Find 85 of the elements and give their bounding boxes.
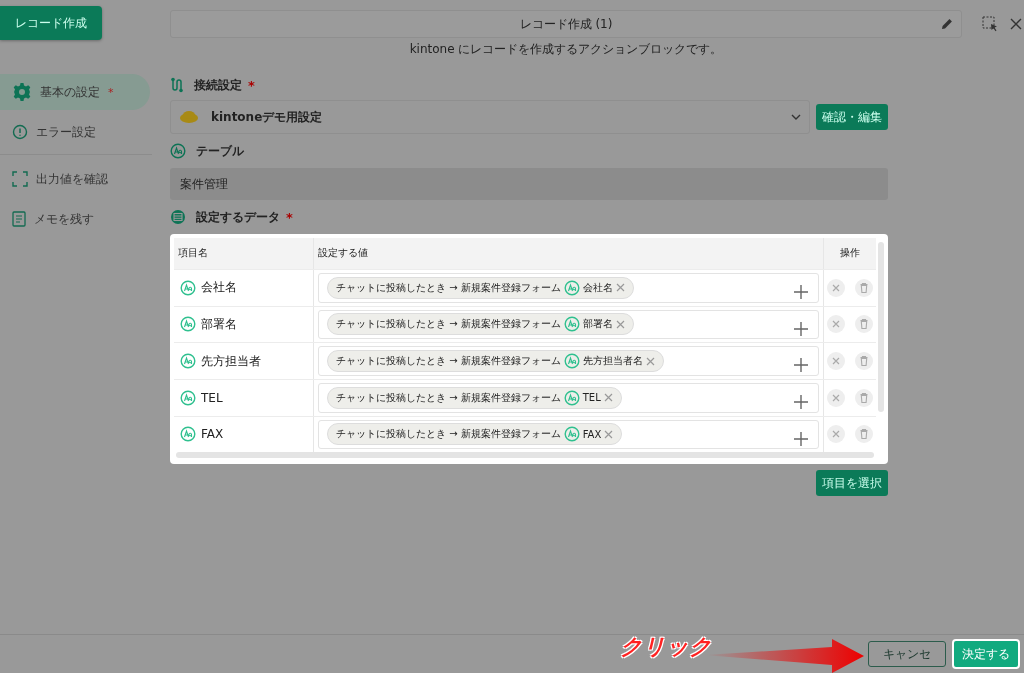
sidebar-item[interactable]: 出力値を確認 bbox=[0, 161, 150, 197]
plus-icon[interactable] bbox=[794, 284, 808, 299]
trash-icon[interactable] bbox=[855, 425, 873, 444]
confirm-button[interactable]: 決定する bbox=[952, 639, 1020, 669]
trash-icon[interactable] bbox=[855, 388, 873, 407]
text-type-icon bbox=[180, 353, 196, 370]
text-type-icon bbox=[563, 353, 580, 370]
required-mark: * bbox=[108, 85, 114, 99]
note-icon bbox=[12, 211, 26, 227]
required-mark: * bbox=[248, 77, 255, 93]
field-name: FAX bbox=[201, 427, 224, 442]
trash-icon[interactable] bbox=[855, 352, 873, 371]
plus-icon[interactable] bbox=[794, 394, 808, 409]
sidebar-item[interactable]: 基本の設定 * bbox=[0, 74, 150, 110]
pencil-icon[interactable] bbox=[941, 18, 953, 30]
frame-icon bbox=[12, 171, 28, 187]
select-items-button[interactable]: 項目を選択 bbox=[816, 470, 888, 496]
field-name: 部署名 bbox=[201, 315, 237, 333]
annotation-label: クリック bbox=[620, 633, 712, 661]
field-name: TEL bbox=[201, 390, 223, 405]
connection-select[interactable]: kintoneデモ用設定 bbox=[170, 100, 810, 134]
sidebar-label: 出力値を確認 bbox=[36, 170, 108, 188]
text-type-icon bbox=[563, 389, 580, 406]
value-tag: チャットに投稿したとき → 新規案件登録フォーム 会社名 bbox=[327, 276, 634, 299]
value-tag: チャットに投稿したとき → 新規案件登録フォーム 先方担当者名 bbox=[327, 350, 664, 373]
value-tag: チャットに投稿したとき → 新規案件登録フォーム TEL bbox=[327, 386, 622, 409]
text-type-icon bbox=[563, 426, 580, 443]
text-type-icon bbox=[180, 279, 196, 296]
record-create-button[interactable]: レコード作成 bbox=[0, 6, 102, 40]
value-field[interactable]: チャットに投稿したとき → 新規案件登録フォーム FAX bbox=[318, 419, 819, 450]
required-mark: * bbox=[286, 209, 293, 225]
section-label: テーブル bbox=[196, 142, 244, 160]
close-icon[interactable] bbox=[1010, 18, 1022, 30]
value-tag: チャットに投稿したとき → 新規案件登録フォーム 部署名 bbox=[327, 313, 634, 336]
remove-icon[interactable] bbox=[603, 393, 613, 403]
section-label: 設定するデータ bbox=[196, 208, 280, 226]
subtitle: kintone にレコードを作成するアクションブロックです。 bbox=[408, 41, 724, 58]
value-field[interactable]: チャットに投稿したとき → 新規案件登録フォーム 部署名 bbox=[318, 309, 819, 340]
cancel-button[interactable]: キャンセ bbox=[868, 641, 946, 667]
alert-icon bbox=[12, 124, 28, 140]
section-label: 接続設定 bbox=[194, 76, 242, 94]
text-type-icon bbox=[563, 316, 580, 333]
sidebar-item[interactable]: エラー設定 bbox=[0, 114, 150, 150]
clear-icon[interactable] bbox=[827, 278, 845, 297]
sidebar-label: メモを残す bbox=[34, 210, 94, 228]
sidebar-label: 基本の設定 bbox=[40, 83, 100, 101]
sidebar-label: エラー設定 bbox=[36, 123, 96, 141]
remove-icon[interactable] bbox=[604, 429, 614, 439]
column-header: 項目名 bbox=[174, 238, 314, 269]
chevron-down-icon bbox=[791, 114, 801, 120]
text-type-icon bbox=[180, 316, 196, 333]
text-type-icon bbox=[180, 426, 196, 443]
text-type-icon bbox=[170, 143, 186, 159]
clear-icon[interactable] bbox=[827, 315, 845, 334]
plus-icon[interactable] bbox=[794, 321, 808, 336]
table-icon bbox=[170, 209, 186, 225]
title-field[interactable]: レコード作成 (1) bbox=[170, 10, 962, 38]
text-type-icon bbox=[180, 389, 196, 406]
sidebar-item[interactable]: メモを残す bbox=[0, 201, 150, 237]
table-field: 案件管理 bbox=[170, 168, 888, 200]
value-tag: チャットに投稿したとき → 新規案件登録フォーム FAX bbox=[327, 423, 623, 446]
remove-icon[interactable] bbox=[615, 283, 625, 293]
clear-icon[interactable] bbox=[827, 388, 845, 407]
connection-icon bbox=[170, 77, 184, 93]
remove-icon[interactable] bbox=[615, 319, 625, 329]
plus-icon[interactable] bbox=[794, 431, 808, 446]
block-title: レコード作成 (1) bbox=[519, 15, 613, 33]
clear-icon[interactable] bbox=[827, 425, 845, 444]
selection-icon[interactable] bbox=[982, 16, 998, 32]
field-name: 先方担当者 bbox=[201, 352, 261, 370]
field-name: 会社名 bbox=[201, 279, 237, 297]
plus-icon[interactable] bbox=[794, 358, 808, 373]
text-type-icon bbox=[563, 279, 580, 296]
remove-icon[interactable] bbox=[645, 356, 655, 366]
confirm-edit-button[interactable]: 確認・編集 bbox=[816, 104, 888, 130]
gear-icon bbox=[12, 82, 32, 102]
cloud-logo-icon bbox=[179, 110, 199, 124]
column-header: 操作 bbox=[839, 246, 861, 261]
trash-icon[interactable] bbox=[855, 278, 873, 297]
value-field[interactable]: チャットに投稿したとき → 新規案件登録フォーム TEL bbox=[318, 382, 819, 413]
clear-icon[interactable] bbox=[827, 352, 845, 371]
trash-icon[interactable] bbox=[855, 315, 873, 334]
column-header: 設定する値 bbox=[314, 238, 824, 269]
value-field[interactable]: チャットに投稿したとき → 新規案件登録フォーム 先方担当者名 bbox=[318, 346, 819, 376]
value-field[interactable]: チャットに投稿したとき → 新規案件登録フォーム 会社名 bbox=[318, 272, 819, 303]
